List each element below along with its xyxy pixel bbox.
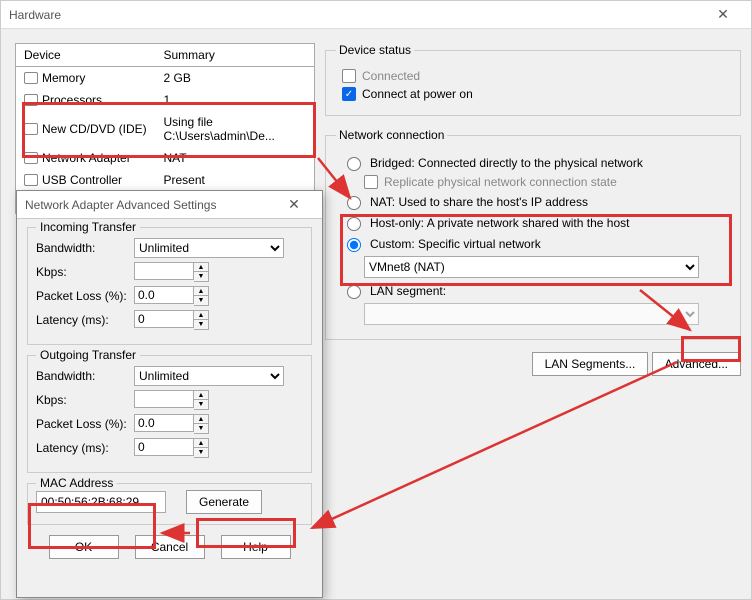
titlebar: Hardware ✕ bbox=[1, 1, 751, 29]
adv-close-icon[interactable]: ✕ bbox=[274, 196, 314, 213]
custom-label: Custom: Specific virtual network bbox=[370, 237, 541, 251]
bandwidth-label: Bandwidth: bbox=[36, 241, 128, 255]
lan-radio[interactable] bbox=[347, 285, 361, 299]
outgoing-legend: Outgoing Transfer bbox=[36, 348, 140, 362]
mac-legend: MAC Address bbox=[36, 476, 117, 490]
packetloss-label: Packet Loss (%): bbox=[36, 417, 128, 431]
replicate-checkbox[interactable] bbox=[364, 175, 378, 189]
usb-icon bbox=[24, 174, 38, 186]
hostonly-radio[interactable] bbox=[347, 217, 361, 231]
device-status-group: Device status Connected ✓ Connect at pow… bbox=[325, 43, 741, 116]
down-arrow-icon[interactable]: ▼ bbox=[194, 272, 208, 281]
nat-label: NAT: Used to share the host's IP address bbox=[370, 195, 588, 209]
help-button[interactable]: Help bbox=[221, 535, 291, 559]
mac-address-input[interactable] bbox=[36, 491, 166, 513]
up-arrow-icon[interactable]: ▲ bbox=[194, 311, 208, 320]
kbps-label: Kbps: bbox=[36, 265, 128, 279]
table-row[interactable]: USB ControllerPresent bbox=[16, 169, 315, 191]
connected-label: Connected bbox=[362, 69, 420, 83]
nat-radio[interactable] bbox=[347, 196, 361, 210]
down-arrow-icon[interactable]: ▼ bbox=[194, 296, 208, 305]
table-row[interactable]: New CD/DVD (IDE)Using file C:\Users\admi… bbox=[16, 111, 315, 147]
in-kbps-input[interactable] bbox=[134, 262, 194, 280]
latency-label: Latency (ms): bbox=[36, 313, 128, 327]
cancel-button[interactable]: Cancel bbox=[135, 535, 205, 559]
bridged-label: Bridged: Connected directly to the physi… bbox=[370, 156, 643, 170]
lan-segment-select[interactable] bbox=[364, 303, 699, 325]
outgoing-group: Outgoing Transfer Bandwidth:Unlimited Kb… bbox=[27, 355, 312, 473]
device-status-legend: Device status bbox=[336, 43, 414, 57]
in-latency-input[interactable] bbox=[134, 310, 194, 328]
incoming-legend: Incoming Transfer bbox=[36, 220, 140, 234]
down-arrow-icon[interactable]: ▼ bbox=[194, 320, 208, 329]
lan-label: LAN segment: bbox=[370, 284, 446, 298]
power-on-label: Connect at power on bbox=[362, 87, 473, 101]
out-bandwidth-select[interactable]: Unlimited bbox=[134, 366, 284, 386]
table-row[interactable]: Processors1 bbox=[16, 89, 315, 111]
connected-checkbox[interactable] bbox=[342, 69, 356, 83]
down-arrow-icon[interactable]: ▼ bbox=[194, 400, 208, 409]
close-icon[interactable]: ✕ bbox=[703, 6, 743, 23]
up-arrow-icon[interactable]: ▲ bbox=[194, 439, 208, 448]
disc-icon bbox=[24, 123, 38, 135]
bandwidth-label: Bandwidth: bbox=[36, 369, 128, 383]
memory-icon bbox=[24, 72, 38, 84]
custom-radio[interactable] bbox=[347, 238, 361, 252]
out-packetloss-input[interactable] bbox=[134, 414, 194, 432]
packetloss-label: Packet Loss (%): bbox=[36, 289, 128, 303]
ok-button[interactable]: OK bbox=[49, 535, 119, 559]
in-bandwidth-select[interactable]: Unlimited bbox=[134, 238, 284, 258]
lan-segments-button[interactable]: LAN Segments... bbox=[532, 352, 649, 376]
incoming-group: Incoming Transfer Bandwidth:Unlimited Kb… bbox=[27, 227, 312, 345]
custom-network-select[interactable]: VMnet8 (NAT) bbox=[364, 256, 699, 278]
out-kbps-input[interactable] bbox=[134, 390, 194, 408]
col-device[interactable]: Device bbox=[16, 44, 156, 67]
bridged-radio[interactable] bbox=[347, 157, 361, 171]
up-arrow-icon[interactable]: ▲ bbox=[194, 391, 208, 400]
kbps-label: Kbps: bbox=[36, 393, 128, 407]
network-connection-group: Network connection Bridged: Connected di… bbox=[325, 128, 741, 340]
adv-title: Network Adapter Advanced Settings bbox=[25, 198, 274, 212]
down-arrow-icon[interactable]: ▼ bbox=[194, 424, 208, 433]
up-arrow-icon[interactable]: ▲ bbox=[194, 263, 208, 272]
mac-group: MAC Address Generate bbox=[27, 483, 312, 525]
up-arrow-icon[interactable]: ▲ bbox=[194, 287, 208, 296]
advanced-settings-dialog: Network Adapter Advanced Settings ✕ Inco… bbox=[16, 190, 323, 598]
power-on-checkbox[interactable]: ✓ bbox=[342, 87, 356, 101]
latency-label: Latency (ms): bbox=[36, 441, 128, 455]
generate-button[interactable]: Generate bbox=[186, 490, 262, 514]
col-summary[interactable]: Summary bbox=[156, 44, 315, 67]
window-title: Hardware bbox=[9, 8, 703, 22]
table-row[interactable]: Memory2 GB bbox=[16, 67, 315, 90]
down-arrow-icon[interactable]: ▼ bbox=[194, 448, 208, 457]
in-packetloss-input[interactable] bbox=[134, 286, 194, 304]
replicate-label: Replicate physical network connection st… bbox=[384, 175, 617, 189]
network-icon bbox=[24, 152, 38, 164]
table-row[interactable]: Network AdapterNAT bbox=[16, 147, 315, 169]
hostonly-label: Host-only: A private network shared with… bbox=[370, 216, 629, 230]
out-latency-input[interactable] bbox=[134, 438, 194, 456]
network-connection-legend: Network connection bbox=[336, 128, 447, 142]
cpu-icon bbox=[24, 94, 38, 106]
advanced-button[interactable]: Advanced... bbox=[652, 352, 741, 376]
device-table: Device Summary Memory2 GB Processors1 Ne… bbox=[15, 43, 315, 214]
up-arrow-icon[interactable]: ▲ bbox=[194, 415, 208, 424]
